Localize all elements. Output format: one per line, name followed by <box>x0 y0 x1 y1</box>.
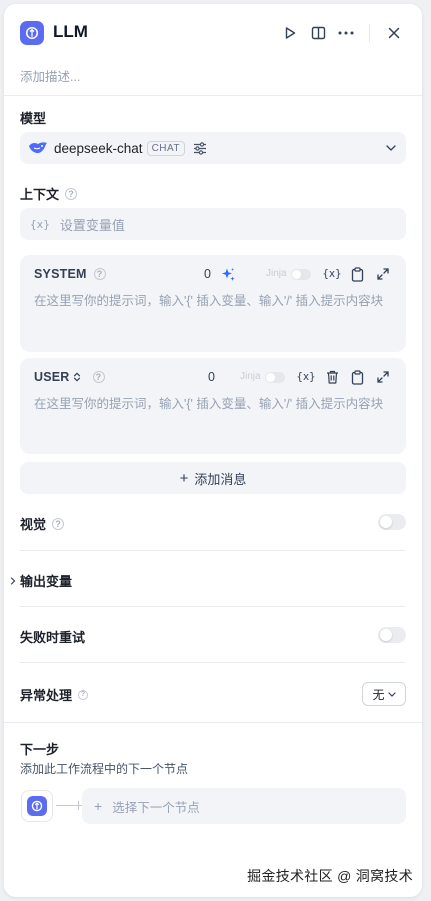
model-mode-badge: CHAT <box>146 140 186 156</box>
variable-icon: {x} <box>30 217 50 231</box>
chevron-right-icon[interactable] <box>10 576 16 585</box>
retry-label: 失败时重试 <box>20 630 86 645</box>
retry-toggle[interactable] <box>378 627 406 643</box>
help-icon[interactable]: ? <box>78 689 89 700</box>
plus-icon: + <box>94 798 103 814</box>
jinja-toggle[interactable] <box>265 372 285 383</box>
deepseek-logo-icon <box>28 140 48 156</box>
user-prompt-placeholder[interactable]: 在这里写你的提示词，输入'{' 插入变量、输入'/' 插入提示内容块 <box>34 393 394 412</box>
divider <box>20 662 406 663</box>
help-icon[interactable]: ? <box>93 268 106 280</box>
trash-icon[interactable] <box>323 368 341 386</box>
select-next-node-label: 选择下一个节点 <box>112 800 200 815</box>
insert-variable-icon[interactable]: {x} <box>297 368 316 386</box>
divider <box>20 550 406 551</box>
description-input[interactable]: 添加描述... <box>20 66 80 85</box>
select-next-node-button[interactable]: + 选择下一个节点 <box>82 788 406 824</box>
ai-generate-sparkle-icon[interactable] <box>219 265 237 283</box>
error-handling-select[interactable]: 无 <box>362 682 406 706</box>
divider <box>4 722 422 723</box>
model-params-icon[interactable] <box>193 141 207 155</box>
help-icon[interactable]: ? <box>65 187 78 200</box>
error-handling-label: 异常处理 <box>20 688 73 703</box>
next-step-label: 下一步 <box>20 742 60 757</box>
error-handling-row: 异常处理 ? <box>20 685 89 704</box>
system-role-header: SYSTEM ? <box>34 267 106 281</box>
system-prompt-placeholder[interactable]: 在这里写你的提示词，输入'{' 插入变量、输入'/' 插入提示内容块 <box>34 290 394 309</box>
help-icon[interactable]: ? <box>52 517 65 530</box>
token-count: 0 <box>208 370 215 384</box>
connector-end <box>78 801 79 810</box>
run-icon[interactable] <box>280 23 300 43</box>
clipboard-icon[interactable] <box>348 368 366 386</box>
next-step-subtitle: 添加此工作流程中的下一个节点 <box>20 762 189 776</box>
add-message-label: 添加消息 <box>194 471 247 487</box>
plus-icon: + <box>179 469 189 487</box>
model-label: 模型 <box>20 111 47 126</box>
system-role-label: SYSTEM <box>34 267 87 281</box>
watermark: 掘金技术社区 @ 洞窝技术 <box>247 868 413 884</box>
header-divider <box>369 24 370 42</box>
model-name: deepseek-chat <box>54 140 143 156</box>
chevron-down-icon <box>386 145 396 151</box>
add-message-button[interactable]: + 添加消息 <box>20 462 406 494</box>
context-label: 上下文 <box>20 187 60 202</box>
divider <box>20 606 406 607</box>
model-selector[interactable]: deepseek-chat CHAT <box>20 132 406 164</box>
chevron-down-icon <box>387 691 396 697</box>
token-count: 0 <box>204 267 211 281</box>
help-icon[interactable]: ? <box>92 371 105 383</box>
current-node-block <box>21 790 53 822</box>
more-options-icon[interactable] <box>336 23 356 43</box>
output-vars-label: 输出变量 <box>20 574 73 589</box>
user-role-label: USER <box>34 370 70 384</box>
jinja-label: Jinja <box>266 268 287 279</box>
context-variable-input[interactable]: {x} 设置变量值 <box>20 208 406 240</box>
context-placeholder: 设置变量值 <box>59 217 125 233</box>
node-title[interactable]: LLM <box>53 22 88 42</box>
expand-icon[interactable] <box>374 265 392 283</box>
chevron-up-down-icon[interactable] <box>73 372 81 382</box>
split-view-icon[interactable] <box>308 23 328 43</box>
output-vars-row[interactable]: 输出变量 <box>10 571 72 590</box>
error-handling-value: 无 <box>372 687 385 702</box>
llm-app-icon <box>20 21 44 45</box>
llm-node-icon <box>27 796 47 816</box>
vision-label: 视觉 <box>20 517 47 532</box>
user-prompt-card[interactable]: USER ? 0 Jinja {x} 在这里写你的提示词，输入'{' 插入变量、… <box>20 358 406 454</box>
vision-toggle[interactable] <box>378 514 406 530</box>
insert-variable-icon[interactable]: {x} <box>323 265 342 283</box>
expand-icon[interactable] <box>374 368 392 386</box>
user-role-header[interactable]: USER ? <box>34 370 105 384</box>
llm-node-panel: LLM 添加描述... 模型 deepseek-chat CHAT 上下文 ? … <box>4 4 422 897</box>
vision-row: 视觉 ? <box>20 514 65 533</box>
close-icon[interactable] <box>384 23 404 43</box>
jinja-toggle[interactable] <box>291 269 311 280</box>
context-header: 上下文 ? <box>20 184 78 203</box>
clipboard-icon[interactable] <box>348 265 366 283</box>
system-prompt-card[interactable]: SYSTEM ? 0 Jinja {x} 在这里写你的提示词，输入'{' 插入变… <box>20 255 406 352</box>
jinja-label: Jinja <box>240 371 261 382</box>
divider <box>4 95 422 96</box>
